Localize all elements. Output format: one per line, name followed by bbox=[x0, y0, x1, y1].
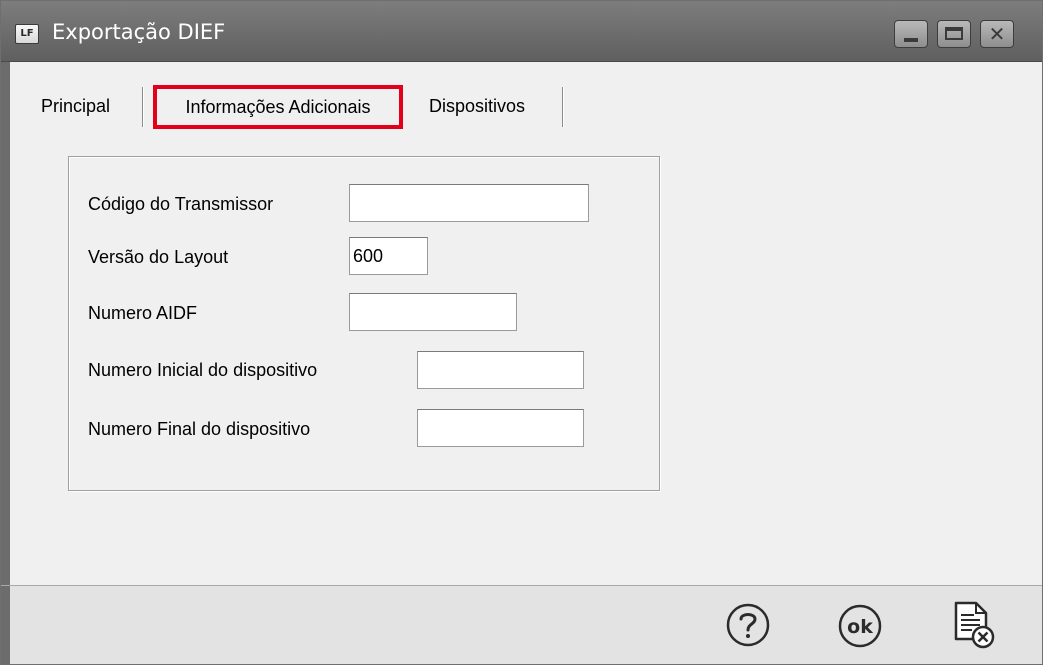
cancel-button[interactable] bbox=[950, 599, 996, 651]
versao-layout-label: Versão do Layout bbox=[88, 247, 229, 267]
tab-dispositivos[interactable]: Dispositivos bbox=[429, 95, 525, 117]
codigo-transmissor-label: Código do Transmissor bbox=[88, 194, 274, 214]
numero-inicial-input[interactable] bbox=[417, 351, 584, 389]
minimize-button[interactable] bbox=[894, 20, 928, 48]
numero-final-input[interactable] bbox=[417, 409, 584, 447]
numero-aidf-label: Numero AIDF bbox=[88, 303, 198, 323]
numero-aidf-input[interactable] bbox=[349, 293, 517, 331]
title-bar[interactable]: LF Exportação DIEF ✕ bbox=[1, 1, 1042, 62]
close-button[interactable]: ✕ bbox=[980, 20, 1014, 48]
help-button[interactable] bbox=[725, 602, 771, 648]
close-icon: ✕ bbox=[988, 22, 1006, 46]
numero-inicial-label: Numero Inicial do dispositivo bbox=[88, 360, 318, 380]
app-logo-icon: LF bbox=[15, 24, 39, 44]
minimize-icon bbox=[904, 38, 918, 42]
versao-layout-input[interactable] bbox=[349, 237, 428, 275]
tab-divider bbox=[562, 87, 564, 127]
ok-button[interactable]: ok bbox=[837, 603, 883, 649]
maximize-icon bbox=[945, 27, 963, 40]
window-title: Exportação DIEF bbox=[52, 20, 226, 44]
export-dief-window: LF Exportação DIEF ✕ Principal Informaçõ… bbox=[0, 0, 1043, 665]
cancel-document-icon bbox=[954, 601, 995, 649]
help-icon bbox=[726, 603, 770, 647]
numero-final-label: Numero Final do dispositivo bbox=[88, 419, 311, 439]
maximize-button[interactable] bbox=[937, 20, 971, 48]
ok-icon-text: ok bbox=[847, 616, 873, 638]
tab-principal[interactable]: Principal bbox=[41, 95, 110, 117]
ok-icon: ok bbox=[838, 604, 882, 648]
footer-bar bbox=[1, 586, 1042, 664]
tab-informacoes-adicionais[interactable]: Informações Adicionais bbox=[153, 85, 403, 129]
tab-divider bbox=[142, 87, 144, 127]
codigo-transmissor-input[interactable] bbox=[349, 184, 589, 222]
